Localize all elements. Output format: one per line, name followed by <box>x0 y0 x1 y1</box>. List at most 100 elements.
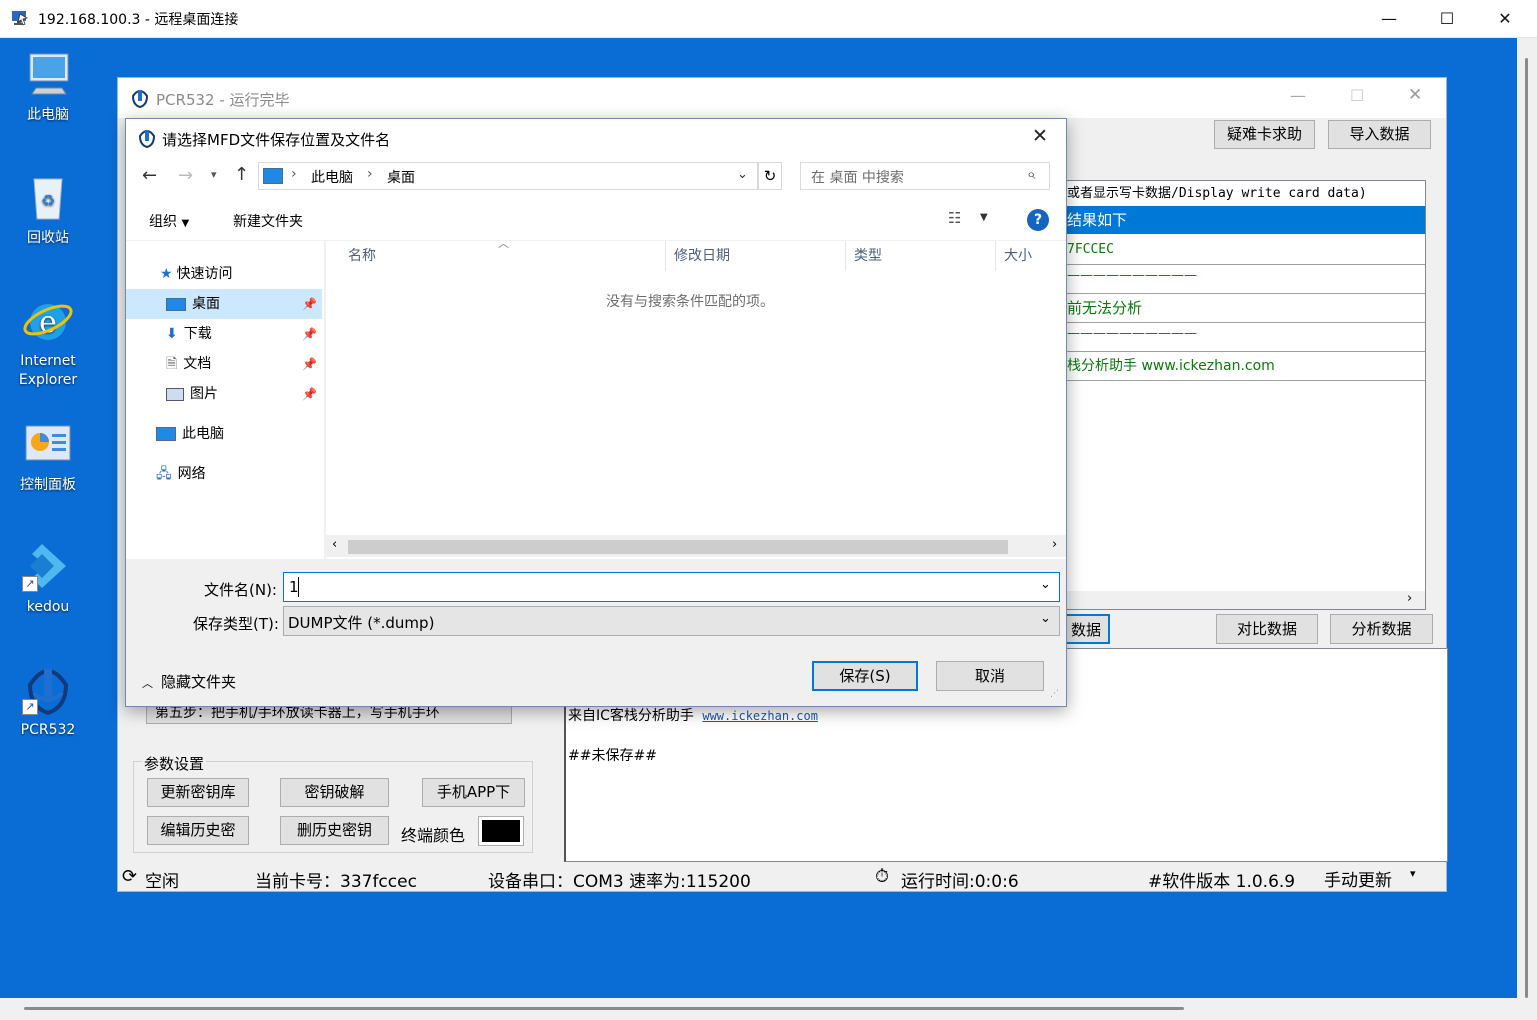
column-header-size[interactable]: 大小 <box>996 241 1066 271</box>
scroll-right-icon[interactable]: › <box>1407 591 1412 606</box>
desktop-icon-kedou[interactable]: ↗ kedou <box>3 540 93 617</box>
chevron-down-icon[interactable]: ⌄ <box>1040 611 1051 626</box>
control-panel-icon <box>22 418 74 470</box>
filetype-select[interactable]: DUMP文件 (*.dump) ⌄ <box>283 606 1060 636</box>
nav-item-network[interactable]: 🖧 网络 <box>126 459 322 489</box>
chevron-up-icon: ︿ <box>142 677 153 690</box>
import-data-button[interactable]: 导入数据 <box>1328 120 1431 149</box>
file-list-pane: ︿ 名称 修改日期 类型 大小 没有与搜索条件匹配的项。 ‹ › <box>326 237 1066 559</box>
pin-icon[interactable]: 📌 <box>302 319 317 349</box>
column-header-modified[interactable]: 修改日期 <box>666 241 846 271</box>
up-arrow-icon[interactable]: ↑ <box>234 164 249 185</box>
output-row-selected[interactable]: 结果如下 <box>1063 206 1425 234</box>
rdp-horizontal-scrollbar[interactable] <box>0 998 1537 1020</box>
compare-data-button[interactable]: 对比数据 <box>1216 614 1318 644</box>
breadcrumb-item-this-pc[interactable]: 此电脑 <box>311 167 353 187</box>
rdp-maximize-button[interactable]: ☐ <box>1424 0 1470 38</box>
filename-field[interactable]: 1 ⌄ <box>283 572 1060 602</box>
nav-item-quick-access[interactable]: ★ 快速访问 <box>126 259 322 289</box>
edit-history-keys-button[interactable]: 编辑历史密 <box>147 816 249 845</box>
desktop-icon-label: PCR532 <box>20 722 76 738</box>
delete-history-keys-button[interactable]: 删历史密钥 <box>280 816 389 845</box>
column-header-type[interactable]: 类型 <box>846 241 996 271</box>
update-keys-button[interactable]: 更新密钥库 <box>147 778 249 807</box>
address-bar[interactable]: › 此电脑 › 桌面 ⌄ <box>258 162 758 190</box>
pcr-maximize-button[interactable]: ☐ <box>1350 86 1370 105</box>
organize-menu[interactable]: 组织 ▼ <box>149 211 189 231</box>
refresh-button[interactable]: ↻ <box>758 162 782 190</box>
search-icon[interactable]: ⌕ <box>1027 165 1035 183</box>
dialog-navbar: ← → ▾ ↑ › 此电脑 › 桌面 ⌄ ↻ 在 桌面 中搜索 ⌕ <box>126 157 1066 201</box>
column-header-name[interactable]: 名称 <box>326 241 666 271</box>
terminal-color-swatch[interactable] <box>478 816 524 846</box>
forward-arrow-icon[interactable]: → <box>178 165 193 186</box>
pcr532-window-title: PCR532 - 运行完毕 <box>156 91 290 109</box>
pcr-minimize-button[interactable]: — <box>1290 86 1310 105</box>
help-icon[interactable]: ? <box>1027 209 1049 231</box>
desktop-icon-pcr532[interactable]: ↗ PCR532 <box>3 663 93 740</box>
kedou-icon: ↗ <box>22 540 74 592</box>
refresh-icon: ⟳ <box>122 866 138 887</box>
scroll-left-icon[interactable]: ‹ <box>332 537 337 552</box>
manual-update-button[interactable]: 手动更新 <box>1324 866 1392 891</box>
scrollbar-thumb[interactable] <box>348 540 1008 554</box>
desktop-icon-recycle-bin[interactable]: ♻ 回收站 <box>3 171 93 248</box>
pin-icon[interactable]: 📌 <box>302 349 317 379</box>
nav-item-desktop[interactable]: 桌面 📌 <box>126 289 322 319</box>
crack-keys-button[interactable]: 密钥破解 <box>280 778 389 807</box>
desktop-icon-label: Internet Explorer <box>18 353 78 388</box>
desktop-icon-internet-explorer[interactable]: e Internet Explorer <box>3 294 93 390</box>
scrollbar-thumb[interactable] <box>24 1007 1184 1010</box>
analyze-data-button[interactable]: 分析数据 <box>1330 614 1433 644</box>
chevron-down-icon: ▼ <box>181 218 190 229</box>
chevron-down-icon[interactable]: ⌄ <box>1040 577 1051 592</box>
breadcrumb-separator-icon: › <box>367 166 373 182</box>
pcr532-titlebar: PCR532 - 运行完毕 — ☐ ✕ <box>118 78 1446 118</box>
pcr532-icon: ↗ <box>22 663 74 716</box>
nav-item-documents[interactable]: 🗎 文档 📌 <box>126 349 322 379</box>
ickezhan-link[interactable]: www.ickezhan.com <box>702 709 818 723</box>
rdp-minimize-button[interactable]: — <box>1366 0 1412 38</box>
view-options-icon[interactable]: ☷ <box>948 209 961 227</box>
file-list-hscrollbar[interactable]: ‹ › <box>326 535 1066 557</box>
pin-icon[interactable]: 📌 <box>302 379 317 409</box>
partial-data-button[interactable]: 数据 <box>1062 614 1110 644</box>
hide-folders-toggle[interactable]: ︿ 隐藏文件夹 <box>142 671 236 692</box>
search-input[interactable]: 在 桌面 中搜索 <box>811 167 904 187</box>
nav-label: 下载 <box>183 326 212 342</box>
nav-item-pictures[interactable]: 图片 📌 <box>126 379 322 409</box>
scroll-right-icon[interactable]: › <box>1052 537 1057 552</box>
output-row: 前无法分析 <box>1067 299 1143 317</box>
chevron-down-icon[interactable]: ▼ <box>980 212 988 223</box>
dialog-bottom-panel: 文件名(N): 1 ⌄ 保存类型(T): DUMP文件 (*.dump) ⌄ ︿… <box>126 559 1066 706</box>
back-arrow-icon[interactable]: ← <box>142 165 157 186</box>
shortcut-arrow-icon: ↗ <box>22 699 38 715</box>
dropdown-arrow-icon[interactable]: ▾ <box>1410 867 1416 880</box>
chevron-down-icon[interactable]: ▾ <box>211 168 217 181</box>
nav-item-downloads[interactable]: ⬇ 下载 📌 <box>126 319 322 349</box>
rdp-close-button[interactable]: ✕ <box>1482 0 1528 38</box>
breadcrumb-item-desktop[interactable]: 桌面 <box>387 167 415 187</box>
save-file-dialog: 请选择MFD文件保存位置及文件名 ✕ ← → ▾ ↑ › 此电脑 › 桌面 ⌄ … <box>125 118 1067 707</box>
phone-app-button[interactable]: 手机APP下 <box>422 778 525 807</box>
log-line: 来自IC客栈分析助手 www.ickezhan.com <box>568 705 818 725</box>
pin-icon[interactable]: 📌 <box>302 289 317 319</box>
nav-item-this-pc[interactable]: 此电脑 <box>126 419 322 449</box>
output-hscrollbar[interactable]: › <box>1063 591 1425 609</box>
dialog-title: 请选择MFD文件保存位置及文件名 <box>162 131 391 149</box>
empty-results-message: 没有与搜索条件匹配的项。 <box>606 294 774 310</box>
save-button[interactable]: 保存(S) <box>812 661 918 691</box>
desktop-icon-this-pc[interactable]: 此电脑 <box>3 48 93 125</box>
chevron-down-icon[interactable]: ⌄ <box>737 167 748 182</box>
search-box[interactable]: 在 桌面 中搜索 ⌕ <box>800 162 1050 190</box>
help-card-button[interactable]: 疑难卡求助 <box>1214 120 1315 149</box>
output-panel: 或者显示写卡数据/Display write card data) 结果如下 7… <box>1062 180 1426 610</box>
cancel-button[interactable]: 取消 <box>936 661 1044 691</box>
scrollbar-thumb[interactable] <box>1525 58 1528 998</box>
desktop-icon-control-panel[interactable]: 控制面板 <box>3 418 93 495</box>
new-folder-button[interactable]: 新建文件夹 <box>233 211 303 231</box>
rdp-vertical-scrollbar[interactable] <box>1517 38 1537 998</box>
pcr-close-button[interactable]: ✕ <box>1408 85 1428 105</box>
dialog-close-button[interactable]: ✕ <box>1032 125 1048 147</box>
resize-grip-icon[interactable]: ⋰ <box>1050 689 1059 699</box>
